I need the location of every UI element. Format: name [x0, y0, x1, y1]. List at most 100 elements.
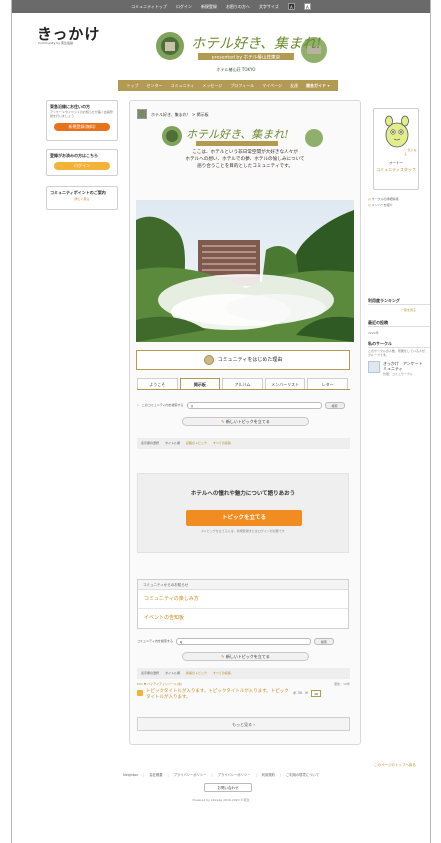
global-navigation: トップ センター コミュニティ メッセージ プロフィール マイページ 友達 総合… [118, 80, 338, 91]
sort-topics[interactable]: 記載のトピック [186, 441, 207, 446]
community-tabs: ようこそ 掲示板 アルバム メンバーリスト レター [137, 378, 350, 390]
breadcrumb-text[interactable]: ホテル好き、集まれ！ > 掲示板 [151, 112, 209, 117]
signup-button[interactable]: 新規登録(無料) [54, 122, 110, 131]
topbar-link-community-top[interactable]: コミュニティトップ [131, 4, 167, 9]
my-circle-note: このサークルの人数、所属をしている人が、グループです。 [368, 349, 428, 357]
footer-separator: | [167, 773, 169, 777]
hero-logo: ホテル好き、集まれ! [158, 124, 328, 150]
gnav-item-mypage[interactable]: マイページ [262, 83, 282, 88]
topic-category[interactable]: Pick ▼ ハイアイアイリゾート(仮) [137, 682, 182, 687]
topbar-link-login[interactable]: ログイン [176, 4, 192, 9]
notice-item[interactable]: イベントの告知板 [138, 609, 348, 628]
topbar-link-help[interactable]: お困りの方へ [226, 4, 250, 9]
tab-board[interactable]: 掲示板 [179, 378, 221, 389]
tab-member-list[interactable]: メンバーリスト [264, 378, 306, 389]
my-circle-item[interactable]: きっかけ アンケート ミュニティ 管理：コミュサークル [368, 361, 430, 377]
footer-link-privacy[interactable]: プライバシーポリシー [174, 773, 207, 777]
community-intro-text: ここは、ホテルという非日常空間が大好きな人々が ホテルへの想い、ホテルでの夢、ホ… [185, 150, 305, 169]
comment-icon: ✉ [305, 691, 309, 696]
community-avatar [137, 109, 147, 119]
footer-link-company[interactable]: 会社概要 [149, 773, 162, 777]
topic-list: Pick ▼ ハイアイアイリゾート(仮) 更新：10件 トピックタイトルが入りま… [137, 682, 350, 701]
new-topic-button-label: 新しいトピックを立てる [225, 419, 270, 424]
board-search-input-2[interactable] [175, 638, 311, 645]
board-search: ⌕ このコミュニティ内を検索する 検索 [137, 401, 345, 410]
empty-board-heading: ホテルへの憧れや魅力について語りあおう [190, 491, 296, 497]
sort-all-posts[interactable]: すべての投稿 [213, 441, 231, 446]
footer-link-neighbor[interactable]: Neighbor [123, 773, 138, 777]
tab-album[interactable]: アルバム [222, 378, 263, 389]
footer-link-terms[interactable]: 利用規約 [262, 773, 275, 777]
footer-links: Neighbor | 会社概要 | プライバシーポリシー | プライバシーポリシー | … [12, 773, 430, 777]
sort-all-posts-2[interactable]: すべての投稿 [213, 671, 231, 676]
circle-info-link[interactable]: ◎ サークルの詳細情報 [368, 197, 399, 202]
hotel-garden-photo [136, 200, 354, 342]
points-detail-link[interactable]: 詳しく見る [50, 197, 114, 202]
points-box-title: コミュニティポイントのご案内 [50, 190, 106, 195]
gnav-item-message[interactable]: メッセージ [202, 83, 222, 88]
login-button[interactable]: ログイン [54, 162, 110, 170]
favorite-link[interactable]: ♡ 気になる [404, 148, 418, 157]
topic-stats: ポ 30 ✉ 10 [293, 689, 322, 697]
svg-text:ホテル好き、集まれ!: ホテル好き、集まれ! [186, 128, 289, 141]
create-topic-button[interactable]: トピックを立てる [186, 510, 302, 526]
page-top-link[interactable]: このページのトップへ戻る [374, 763, 416, 767]
signup-box: 東急沿線にお住いの方 アンケートやイベントのお知らせが届く会員登録を行いましょう… [46, 100, 118, 141]
font-size-small-button[interactable]: A [287, 3, 295, 10]
signup-box-desc: アンケートやイベントのお知らせが届く会員登録を行いましょう [50, 110, 113, 118]
gnav-item-profile[interactable]: プロフィール [230, 83, 254, 88]
signup-box-title: 東急沿線にお住いの方 [50, 104, 90, 109]
footer-link-environment[interactable]: ご利用の環境について [286, 773, 319, 777]
tab-welcome[interactable]: ようこそ [137, 378, 178, 389]
owner-profile-box: ♡ 気になる オーナー コミュニティスタッフ [373, 108, 419, 190]
font-size-large-button[interactable]: A [303, 3, 311, 10]
topic-meta: Pick ▼ ハイアイアイリゾート(仮) 更新：10件 [137, 682, 350, 687]
circle-thumbnail [368, 361, 380, 373]
login-box: 登録がお済みの方はこちら ログイン [46, 149, 118, 176]
sort-title[interactable]: タイトル順 [165, 441, 180, 446]
font-size-label: 文字サイズ [258, 4, 279, 9]
recent-posts-value[interactable]: 2022年 [368, 331, 430, 336]
site-logo-sub: Community by 東急電鉄 [38, 41, 73, 45]
copyright: Powered by kikkake 2016-2020 ©東急 [192, 798, 250, 802]
topic-icon [137, 689, 143, 696]
sort-new-topics-2[interactable]: 新着のトピック [186, 671, 207, 676]
ranking-title: 利用度ランキング [368, 298, 430, 305]
reason-button[interactable]: コミュニティをはじめた理由 [136, 350, 350, 370]
gnav-item-community[interactable]: コミュニティ [171, 83, 195, 88]
topic-title[interactable]: トピックタイトルが入ります。トピックタイトルが入ります。トピックタイトルが入りま… [146, 689, 290, 701]
topic-sort-bar-2: 表示順の選択 タイトル順 新着のトピック すべての投稿 [137, 668, 350, 679]
see-more-button[interactable]: もっと見る › [137, 717, 350, 731]
sort-label-2: 表示順の選択 [141, 670, 160, 675]
gnav-item-top[interactable]: トップ [127, 83, 139, 88]
board-search-2: コミュニティ内を検索する 検索 [137, 637, 334, 646]
gnav-item-center[interactable]: センター [147, 83, 163, 88]
board-search-button[interactable]: 検索 [324, 402, 345, 409]
footer-separator: | [211, 773, 213, 777]
new-topic-button-2[interactable]: ✎ 新しいトピックを立てる [182, 652, 309, 661]
footer-separator: | [279, 773, 281, 777]
tab-letter[interactable]: レター [307, 378, 348, 389]
sort-title-2[interactable]: タイトル順 [165, 671, 180, 676]
member-intro-link[interactable]: ◎ メンバーを紹介 [368, 203, 393, 208]
gnav-guide-dropdown[interactable]: 総合ガイド ▾ [306, 83, 329, 88]
login-box-title: 登録がお済みの方はこちら [50, 153, 98, 158]
topic-stats-text: ポ 30 [293, 691, 303, 696]
page-frame: コミュニティトップ ログイン 新規登録 お困りの方へ 文字サイズ A A きっか… [11, 0, 431, 843]
owner-name[interactable]: コミュニティスタッフ [374, 167, 418, 172]
notice-header: コミュニティからのお知らせ [138, 580, 348, 590]
board-search-input[interactable] [186, 402, 322, 409]
inquiry-button[interactable]: お問い合わせ [204, 783, 252, 792]
svg-text:presented by ホテル椿山荘東京: presented by ホテル椿山荘東京 [212, 54, 281, 61]
topic-row[interactable]: トピックタイトルが入ります。トピックタイトルが入ります。トピックタイトルが入りま… [137, 689, 350, 701]
new-topic-button-label-2: 新しいトピックを立てる [225, 654, 270, 659]
ranking-list-link[interactable]: 一覧を見る [401, 308, 416, 313]
topbar-link-signup[interactable]: 新規登録 [201, 4, 217, 9]
footer-link-privacy-2[interactable]: プライバシーポリシー [218, 773, 251, 777]
gnav-item-friends[interactable]: 友達 [290, 83, 298, 88]
new-topic-button[interactable]: ✎ 新しいトピックを立てる [182, 417, 309, 426]
board-search-button-2[interactable]: 検索 [313, 638, 334, 645]
circle-name[interactable]: きっかけ アンケート ミュニティ [383, 361, 423, 371]
notice-item[interactable]: コミュニティの楽しみ方 [138, 590, 348, 609]
circle-info-label: サークルの詳細情報 [371, 197, 399, 201]
